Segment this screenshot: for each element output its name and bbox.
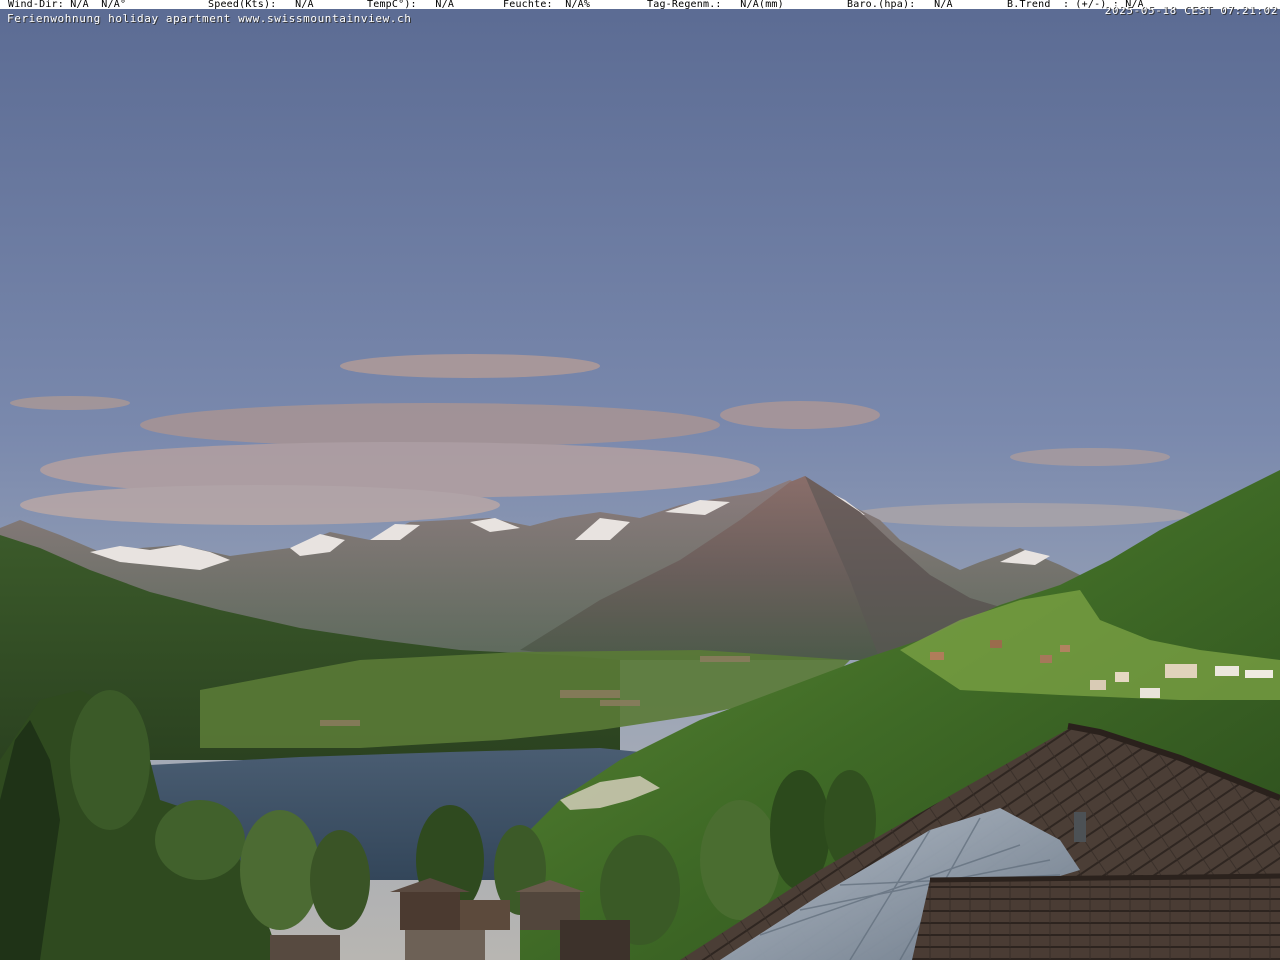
webcam-scene: [0, 0, 1280, 960]
timestamp: 2025-05-18 CEST 07:21:02: [1104, 4, 1278, 17]
chimney: [1074, 812, 1086, 842]
baro-readout: Baro.(hpa): N/A: [847, 0, 953, 9]
speed-readout: Speed(Kts): N/A: [208, 0, 314, 9]
lower-roof: [912, 876, 1280, 960]
humidity-readout: Feuchte: N/A%: [503, 0, 591, 9]
weather-bar: Wind-Dir: N/A N/A° Speed(Kts): N/A TempC…: [0, 0, 1280, 9]
rain-readout: Tag-Regenm.: N/A(mm): [647, 0, 784, 9]
temp-readout: TempC°): N/A: [367, 0, 455, 9]
caption: Ferienwohnung holiday apartment www.swis…: [7, 12, 412, 25]
wind-dir-readout: Wind-Dir: N/A N/A°: [8, 0, 127, 9]
